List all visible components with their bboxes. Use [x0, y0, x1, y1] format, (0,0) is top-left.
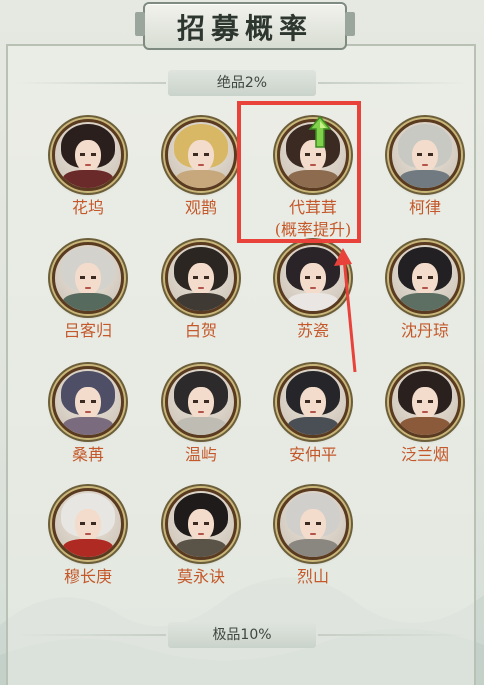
character-card[interactable]: 沈丹琼 [369, 242, 481, 342]
character-name: 桑苒 [71, 445, 104, 464]
character-name: 花坞 [71, 198, 104, 217]
title-plate: 招募概率 [135, 2, 355, 50]
character-portrait[interactable] [52, 119, 124, 191]
character-portrait[interactable] [277, 488, 349, 560]
tier-header-top: 绝品2% [16, 70, 468, 96]
character-name: 烈山 [296, 567, 329, 586]
character-card[interactable]: 桑苒 [32, 366, 144, 466]
character-portrait[interactable] [52, 242, 124, 314]
tier-header-bottom: 极品10% [16, 622, 468, 648]
character-card[interactable]: 花坞 [32, 119, 144, 219]
rate-up-arrow-icon [308, 115, 332, 148]
character-card[interactable]: 莫永诀 [145, 488, 257, 588]
character-portrait[interactable] [165, 488, 237, 560]
character-portrait[interactable] [165, 119, 237, 191]
pointer-arrow-icon [334, 248, 357, 373]
character-name: 白贺 [184, 321, 217, 340]
character-name: 吕客归 [63, 321, 112, 340]
character-portrait[interactable] [52, 366, 124, 438]
character-name: 穆长庚 [63, 567, 112, 586]
character-card[interactable]: 温屿 [145, 366, 257, 466]
character-portrait[interactable] [389, 242, 461, 314]
character-name: 柯律 [408, 198, 441, 217]
character-card[interactable]: 柯律 [369, 119, 481, 219]
character-card[interactable]: 吕客归 [32, 242, 144, 342]
page-title: 招募概率 [176, 12, 313, 45]
character-portrait[interactable] [165, 242, 237, 314]
character-card[interactable]: 泛兰烟 [369, 366, 481, 466]
character-name: 温屿 [184, 445, 217, 464]
character-name: 沈丹琼 [400, 321, 449, 340]
character-portrait[interactable] [389, 119, 461, 191]
character-name: 莫永诀 [176, 567, 225, 586]
character-portrait[interactable] [389, 366, 461, 438]
character-portrait[interactable] [52, 488, 124, 560]
character-name: 安仲平 [288, 445, 337, 464]
character-portrait[interactable] [165, 366, 237, 438]
character-card[interactable]: 安仲平 [257, 366, 369, 466]
highlight-box [237, 101, 361, 243]
character-card[interactable]: 白贺 [145, 242, 257, 342]
character-card[interactable]: 烈山 [257, 488, 369, 588]
character-portrait[interactable] [277, 366, 349, 438]
character-name: 泛兰烟 [400, 445, 449, 464]
character-card[interactable]: 穆长庚 [32, 488, 144, 588]
